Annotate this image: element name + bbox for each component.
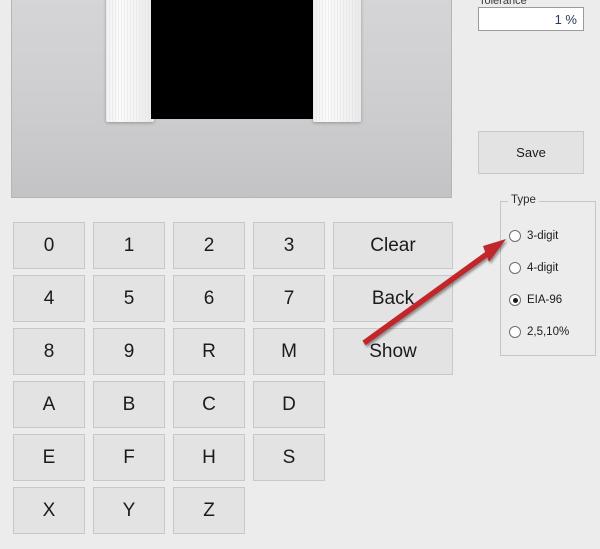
keypad-row: XYZ	[13, 487, 465, 534]
resistor-body	[151, 0, 316, 119]
keypad-row: 8 9 R M Show	[13, 328, 465, 375]
radio-indicator-icon[interactable]	[509, 326, 521, 338]
key-z[interactable]: Z	[173, 487, 245, 534]
tolerance-input[interactable]	[478, 7, 584, 31]
key-0[interactable]: 0	[13, 222, 85, 269]
radio-3-digit[interactable]: 3-digit	[509, 230, 558, 242]
keypad-row: EFHS	[13, 434, 465, 481]
key-m[interactable]: M	[253, 328, 325, 375]
type-group-legend: Type	[508, 194, 539, 206]
resistor-preview-panel	[11, 0, 452, 198]
radio-indicator-icon[interactable]	[509, 294, 521, 306]
radio-label: EIA-96	[527, 294, 563, 306]
keypad-row: 0 1 2 3 Clear	[13, 222, 465, 269]
tolerance-label: Tolerance	[479, 0, 527, 7]
radio-2-5-10-percent[interactable]: 2,5,10%	[509, 326, 569, 338]
back-button[interactable]: Back	[333, 275, 453, 322]
key-y[interactable]: Y	[93, 487, 165, 534]
radio-label: 2,5,10%	[527, 326, 570, 338]
key-8[interactable]: 8	[13, 328, 85, 375]
save-button[interactable]: Save	[478, 131, 584, 174]
clear-button[interactable]: Clear	[333, 222, 453, 269]
keypad-row: 4 5 6 7 Back	[13, 275, 465, 322]
smd-chip-resistor-image	[106, 0, 361, 123]
keypad-row: ABCD	[13, 381, 465, 428]
radio-label: 4-digit	[527, 262, 559, 274]
key-4[interactable]: 4	[13, 275, 85, 322]
radio-label: 3-digit	[527, 230, 559, 242]
key-9[interactable]: 9	[93, 328, 165, 375]
key-h[interactable]: H	[173, 434, 245, 481]
key-3[interactable]: 3	[253, 222, 325, 269]
key-5[interactable]: 5	[93, 275, 165, 322]
key-e[interactable]: E	[13, 434, 85, 481]
radio-4-digit[interactable]: 4-digit	[509, 262, 558, 274]
tolerance-field-group: Tolerance	[478, 0, 584, 31]
key-c[interactable]: C	[173, 381, 245, 428]
key-r[interactable]: R	[173, 328, 245, 375]
type-group-box: Type 3-digit 4-digit EIA-96 2,5,10%	[500, 194, 596, 356]
key-2[interactable]: 2	[173, 222, 245, 269]
key-b[interactable]: B	[93, 381, 165, 428]
show-button[interactable]: Show	[333, 328, 453, 375]
resistor-terminal-right	[313, 0, 361, 123]
keypad: 0 1 2 3 Clear 4 5 6 7 Back 8 9 R M Show A B C D E F H S X Y Z	[13, 222, 465, 540]
radio-indicator-icon[interactable]	[509, 230, 521, 242]
key-s[interactable]: S	[253, 434, 325, 481]
key-d[interactable]: D	[253, 381, 325, 428]
resistor-terminal-left	[106, 0, 154, 123]
key-f[interactable]: F	[93, 434, 165, 481]
key-x[interactable]: X	[13, 487, 85, 534]
key-6[interactable]: 6	[173, 275, 245, 322]
radio-eia-96[interactable]: EIA-96	[509, 294, 562, 306]
radio-indicator-icon[interactable]	[509, 262, 521, 274]
key-1[interactable]: 1	[93, 222, 165, 269]
key-a[interactable]: A	[13, 381, 85, 428]
key-7[interactable]: 7	[253, 275, 325, 322]
